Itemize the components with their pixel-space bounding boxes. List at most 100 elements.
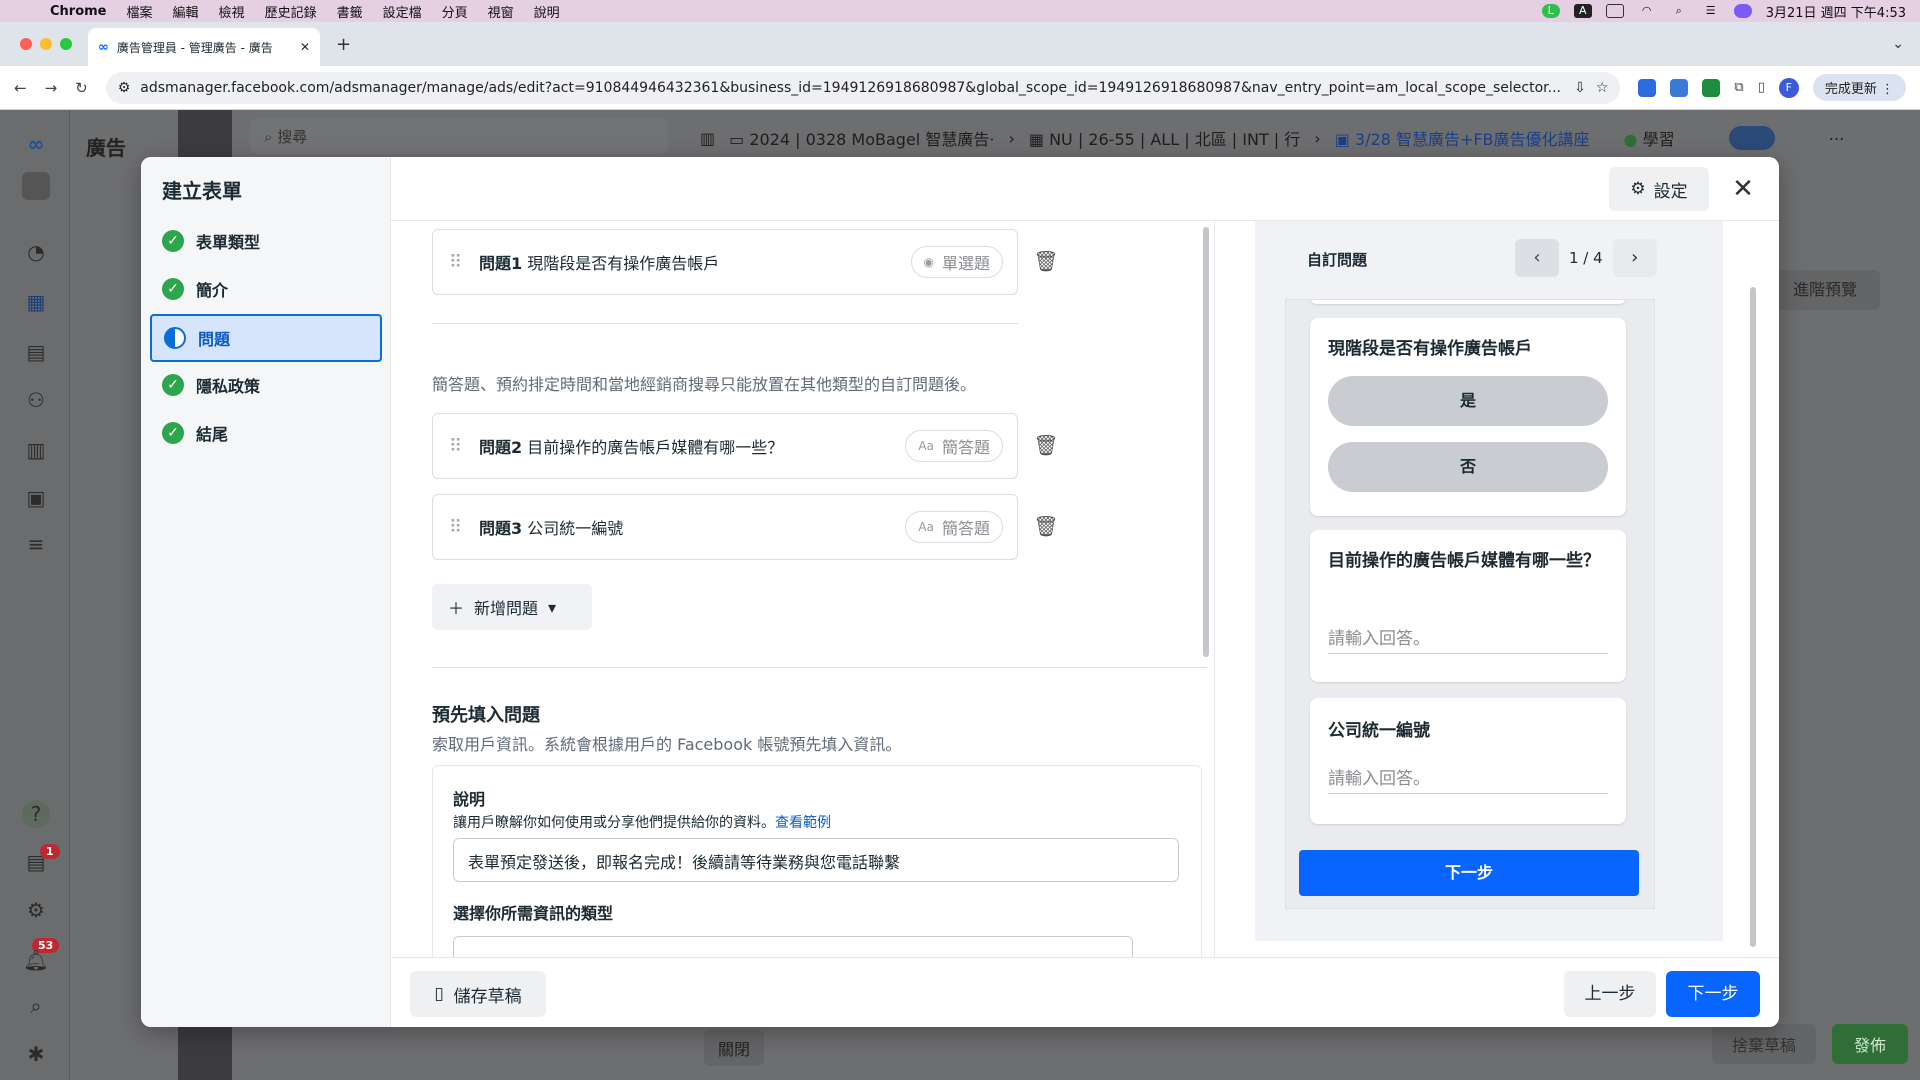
tab-close-icon[interactable]: ✕: [300, 40, 310, 54]
tab-search-chevron-icon[interactable]: ⌄: [1892, 36, 1904, 52]
wifi-icon[interactable]: ◠: [1638, 4, 1656, 18]
menu-profiles[interactable]: 設定檔: [373, 2, 432, 21]
reload-icon[interactable]: ↻: [75, 79, 88, 97]
side-panel-icon[interactable]: ▯: [1758, 80, 1765, 95]
question-type-pill[interactable]: Aa 簡答題: [905, 430, 1003, 462]
menu-history[interactable]: 歷史記錄: [255, 2, 327, 21]
breadcrumb-ad[interactable]: ▣ 3/28 智慧廣告+FB廣告優化講座: [1335, 126, 1590, 150]
drag-handle-icon[interactable]: ⠿: [449, 252, 463, 273]
bug-report-icon[interactable]: ✱: [22, 1040, 50, 1068]
extension-3-icon[interactable]: [1702, 78, 1721, 97]
step-ending[interactable]: ✓ 結尾: [150, 411, 382, 455]
question-type-pill[interactable]: Aa 簡答題: [905, 511, 1003, 543]
battery-icon[interactable]: [1605, 4, 1624, 18]
maximize-window-icon[interactable]: [60, 38, 72, 50]
menu-file[interactable]: 檔案: [117, 2, 163, 21]
info-type-selector[interactable]: [453, 936, 1133, 957]
dashboard-icon[interactable]: ◔: [22, 238, 50, 266]
control-center-icon[interactable]: ☰: [1702, 4, 1720, 18]
search-rail-icon[interactable]: ⌕: [22, 992, 50, 1020]
background-close-button[interactable]: 關閉: [704, 1030, 765, 1066]
publish-button[interactable]: 發佈: [1832, 1024, 1909, 1064]
menu-window[interactable]: 視窗: [478, 2, 524, 21]
drag-handle-icon[interactable]: ⠿: [449, 436, 463, 457]
breadcrumb-adset[interactable]: ▦ NU | 26-55 | ALL | 北區 | INT | 行: [1029, 126, 1300, 150]
background-search-input[interactable]: ⌕ 搜尋: [250, 118, 668, 154]
billing-icon[interactable]: ▥: [22, 436, 50, 464]
audiences-icon[interactable]: ⚇: [22, 386, 50, 414]
reports-icon[interactable]: ▤: [22, 338, 50, 366]
catalog-icon[interactable]: ▣: [22, 484, 50, 512]
description-input[interactable]: 表單預定發送後，即報名完成！後續請等待業務與您電話聯繫: [453, 838, 1179, 882]
extensions-puzzle-icon[interactable]: ⧉: [1734, 80, 1743, 95]
input-method-icon[interactable]: A: [1573, 4, 1592, 18]
forward-icon[interactable]: →: [45, 79, 58, 97]
new-tab-icon[interactable]: +: [336, 34, 351, 55]
advanced-preview-button[interactable]: 進階預覽: [1770, 270, 1880, 310]
next-page-chevron-icon[interactable]: ›: [1612, 239, 1657, 277]
account-avatar[interactable]: [22, 172, 50, 200]
translate-extension-icon[interactable]: [1670, 78, 1689, 97]
all-tools-icon[interactable]: ≡: [22, 530, 50, 558]
step-form-type[interactable]: ✓ 表單類型: [150, 219, 382, 263]
menu-view[interactable]: 檢視: [209, 2, 255, 21]
ad-toggle-switch[interactable]: [1728, 126, 1775, 150]
question-card-3[interactable]: ⠿ 問題3 公司統一編號 Aa 簡答題: [432, 494, 1018, 560]
question-card-1[interactable]: ⠿ 問題1 現階段是否有操作廣告帳戶 ◉ 單選題: [432, 229, 1018, 295]
prev-page-chevron-icon[interactable]: ‹: [1515, 239, 1559, 277]
menu-edit[interactable]: 編輯: [163, 2, 209, 21]
menu-tab[interactable]: 分頁: [432, 2, 478, 21]
settings-button[interactable]: ⚙ 設定: [1609, 167, 1709, 211]
preview-next-button[interactable]: 下一步: [1299, 850, 1639, 896]
menu-app-name[interactable]: Chrome: [40, 4, 117, 19]
more-options-icon[interactable]: ⋯: [1829, 129, 1845, 148]
bookmark-star-icon[interactable]: ☆: [1596, 80, 1609, 96]
meta-logo-icon[interactable]: ∞: [22, 130, 50, 158]
editor-scrollbar[interactable]: [1203, 227, 1209, 657]
profile-avatar[interactable]: F: [1778, 77, 1799, 98]
menu-help[interactable]: 說明: [524, 2, 570, 21]
breadcrumb-campaign[interactable]: ▭ 2024 | 0328 MoBagel 智慧廣告·: [729, 126, 994, 150]
minimize-window-icon[interactable]: [40, 38, 52, 50]
save-draft-button[interactable]: ▯ 儲存草稿: [410, 971, 546, 1017]
drag-handle-icon[interactable]: ⠿: [449, 517, 463, 538]
extension-1-icon[interactable]: [1638, 78, 1657, 97]
menubar-clock[interactable]: 3月21日 週四 下午4:53: [1766, 2, 1906, 21]
trash-icon[interactable]: 🗑︎: [1031, 425, 1061, 465]
settings-gear-icon[interactable]: ⚙: [22, 896, 50, 924]
step-intro[interactable]: ✓ 簡介: [150, 267, 382, 311]
discard-draft-button[interactable]: 捨棄草稿: [1712, 1024, 1817, 1064]
step-questions[interactable]: 問題: [150, 314, 382, 362]
install-app-icon[interactable]: ⇩: [1574, 80, 1586, 96]
preview-option-yes[interactable]: 是: [1328, 376, 1608, 426]
panel-toggle-icon[interactable]: ▥: [700, 129, 715, 148]
trash-icon[interactable]: 🗑︎: [1031, 506, 1061, 546]
siri-icon[interactable]: [1733, 4, 1752, 18]
see-example-link[interactable]: 查看範例: [775, 815, 831, 831]
previous-step-button[interactable]: 上一步: [1564, 971, 1656, 1017]
ads-manager-grid-icon[interactable]: ▦: [22, 288, 50, 316]
preview-answer-input[interactable]: 請輸入回答。: [1328, 760, 1608, 794]
address-bar[interactable]: ⚙ adsmanager.facebook.com/adsmanager/man…: [105, 71, 1621, 104]
alerts-bell-icon[interactable]: 🔔︎: [22, 946, 50, 974]
question-card-2[interactable]: ⠿ 問題2 目前操作的廣告帳戶媒體有哪一些？ Aa 簡答題: [432, 413, 1018, 479]
close-window-icon[interactable]: [20, 38, 32, 50]
trash-icon[interactable]: 🗑︎: [1031, 241, 1061, 281]
menu-bookmarks[interactable]: 書籤: [327, 2, 373, 21]
back-icon[interactable]: ←: [14, 79, 27, 97]
next-step-button[interactable]: 下一步: [1666, 971, 1760, 1017]
site-info-icon[interactable]: ⚙: [118, 80, 131, 96]
preview-scrollbar[interactable]: [1750, 287, 1756, 947]
help-icon[interactable]: ?: [22, 800, 50, 828]
line-icon[interactable]: L: [1541, 4, 1560, 18]
preview-option-no[interactable]: 否: [1328, 442, 1608, 492]
questions-editor: ⠿ 問題1 現階段是否有操作廣告帳戶 ◉ 單選題 🗑︎ 簡答題、預約排定時間和當地…: [391, 221, 1207, 957]
spotlight-icon[interactable]: ⌕: [1670, 4, 1688, 18]
browser-tab-active[interactable]: ∞ 廣告管理員 - 管理廣告 - 廣告 ✕: [88, 28, 320, 66]
preview-answer-input[interactable]: 請輸入回答。: [1328, 620, 1608, 654]
add-question-button[interactable]: ＋ 新增問題 ▾: [432, 584, 592, 630]
update-button[interactable]: 完成更新 ⋮: [1812, 74, 1906, 101]
step-privacy-policy[interactable]: ✓ 隱私政策: [150, 363, 382, 407]
question-type-pill[interactable]: ◉ 單選題: [910, 246, 1003, 278]
close-icon[interactable]: ✕: [1723, 167, 1763, 211]
